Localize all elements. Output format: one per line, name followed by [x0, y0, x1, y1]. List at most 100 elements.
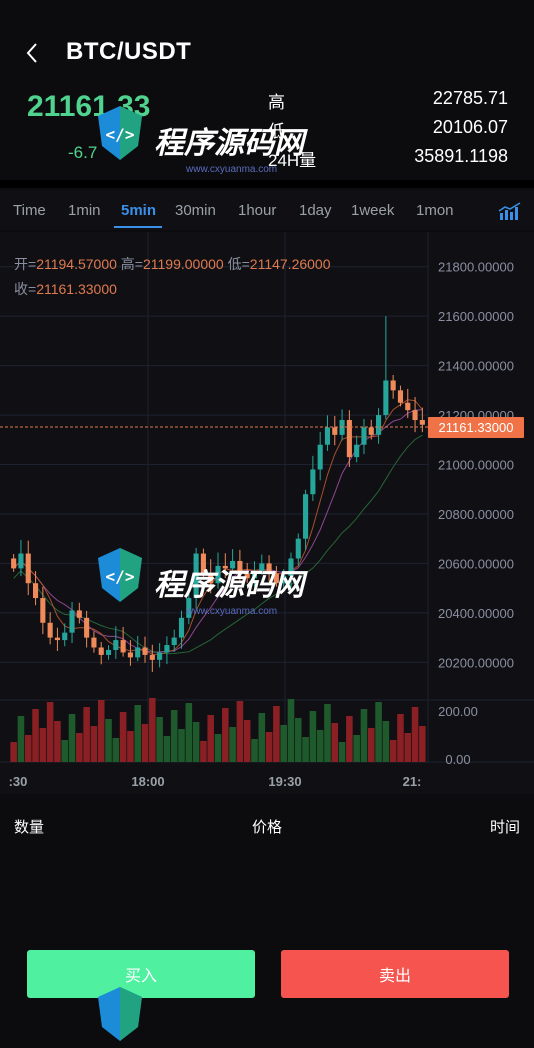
candle-body — [332, 427, 338, 435]
indicator-chart-icon[interactable] — [498, 201, 522, 221]
volume-bar — [200, 741, 207, 762]
volume-bar — [404, 733, 412, 762]
candle-body — [368, 427, 374, 435]
volume-bar — [251, 739, 258, 762]
volume-bar — [258, 713, 266, 762]
candle-body — [76, 610, 82, 618]
ohlc-legend: 开=21194.57000 高=21199.00000 低=21147.2600… — [14, 254, 331, 274]
kline-chart[interactable]: 21800.00000 21600.00000 21400.00000 21200.0… — [0, 232, 534, 794]
sell-button[interactable]: 卖出 — [281, 950, 509, 998]
candle-body — [149, 654, 155, 660]
candle-body — [127, 652, 133, 658]
volume-bar — [236, 701, 244, 762]
volume-bar — [214, 734, 222, 762]
volume-bar — [149, 698, 156, 762]
volume-bar — [170, 710, 178, 762]
y-tick-label: 21400.00000 — [438, 359, 514, 374]
svg-text:</>: </> — [106, 125, 135, 144]
tab-1week[interactable]: 1week — [351, 202, 394, 219]
volume-bar — [192, 722, 200, 762]
volume-bar — [302, 737, 309, 762]
moving-average-line — [13, 399, 423, 655]
volume-bar — [353, 735, 360, 762]
volume-bar — [389, 740, 397, 762]
volume-bar — [331, 723, 339, 762]
candle-body — [251, 570, 258, 579]
candle-body — [361, 427, 367, 445]
volume-bar — [141, 724, 149, 762]
volume-bar — [309, 711, 317, 762]
stat-volume-label: 24H量 — [268, 151, 317, 170]
tab-5min[interactable]: 5min — [121, 202, 156, 219]
y-tick-label: 20400.00000 — [438, 606, 514, 621]
close-value: 21161.33000 — [36, 281, 117, 297]
candle-body — [69, 610, 75, 633]
volume-bar — [119, 712, 127, 762]
volume-tick-label: 0.00 — [445, 752, 470, 767]
ohlc-legend-close: 收=21161.33000 — [14, 279, 117, 299]
candle-body — [222, 565, 228, 569]
low-value: 21147.26000 — [249, 256, 331, 272]
tab-1day[interactable]: 1day — [299, 202, 332, 219]
candle-body — [259, 563, 265, 571]
volume-bar — [127, 731, 134, 762]
volume-bar — [68, 714, 76, 762]
buy-button[interactable]: 买入 — [27, 950, 255, 998]
candle-body — [405, 402, 411, 411]
kline-svg: 21800.0000021600.0000021400.0000021200.0… — [0, 232, 534, 789]
volume-bar — [112, 738, 120, 762]
tab-1mon[interactable]: 1mon — [416, 202, 454, 219]
last-price-tag-text: 21161.33000 — [439, 420, 514, 435]
volume-bar — [367, 728, 375, 762]
candle-body — [310, 469, 316, 495]
x-tick-label: 18:00 — [131, 774, 164, 789]
volume-bar — [229, 727, 236, 762]
candle-body — [186, 598, 192, 618]
volume-bar — [316, 730, 324, 762]
volume-bar — [265, 732, 273, 762]
stat-high-value: 22785.71 — [432, 88, 508, 108]
tab-1min[interactable]: 1min — [68, 202, 101, 219]
candle-body — [171, 637, 177, 646]
volume-bar — [338, 742, 346, 762]
candle-body — [288, 558, 294, 576]
candle-body — [47, 622, 53, 638]
candle-body — [178, 617, 185, 638]
candle-body — [84, 617, 90, 638]
y-tick-label: 21600.00000 — [438, 309, 514, 324]
y-tick-label: 21800.00000 — [438, 260, 514, 275]
moving-average-line — [13, 434, 423, 655]
candle-body — [230, 560, 236, 569]
tab-time[interactable]: Time — [13, 202, 46, 219]
divider — [0, 180, 534, 188]
page-title: BTC/USDT — [66, 38, 192, 65]
tab-1hour[interactable]: 1hour — [238, 202, 276, 219]
candle-body — [113, 640, 119, 650]
volume-bar — [178, 729, 185, 762]
volume-bar — [294, 718, 302, 762]
volume-bar — [397, 714, 404, 762]
volume-bar — [382, 721, 390, 762]
tab-30min[interactable]: 30min — [175, 202, 216, 219]
y-tick-label: 20600.00000 — [438, 556, 514, 571]
volume-bar — [346, 716, 353, 762]
back-arrow-icon[interactable] — [22, 40, 44, 66]
stat-volume-value: 35891.1198 — [414, 146, 508, 166]
candle-body — [266, 563, 272, 574]
volume-bar — [39, 728, 47, 762]
candle-body — [18, 553, 24, 569]
candle-body — [157, 652, 163, 660]
candle-body — [98, 647, 104, 655]
candle-body — [135, 647, 141, 658]
low-label: 低= — [227, 256, 250, 272]
orderbook-time-header: 时间 — [489, 819, 520, 836]
candle-body — [244, 573, 250, 579]
candle-body — [412, 410, 418, 421]
candle-body — [208, 573, 214, 584]
y-tick-label: 21000.00000 — [438, 458, 514, 473]
open-value: 21194.57000 — [36, 256, 117, 272]
volume-bar — [280, 725, 287, 762]
volume-bar — [76, 733, 83, 762]
watermark-url: www.cxyuanma.com — [186, 164, 278, 175]
candle-body — [200, 553, 206, 574]
